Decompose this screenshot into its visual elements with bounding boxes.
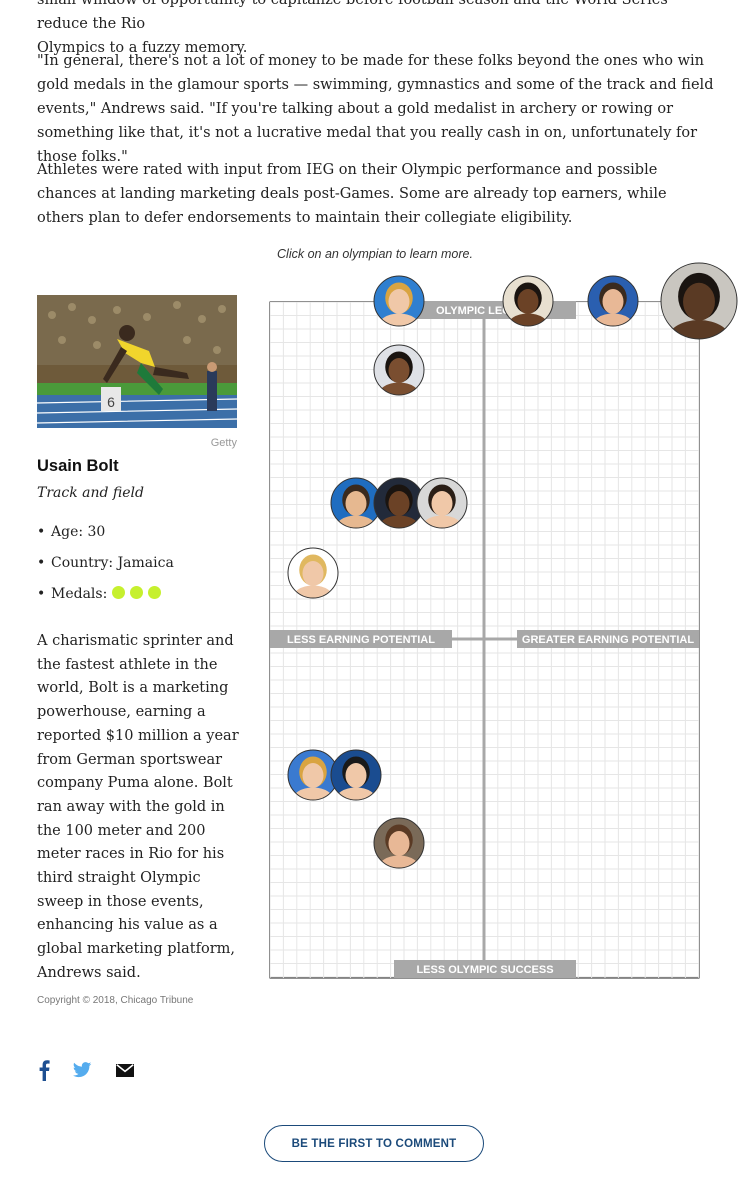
twitter-icon[interactable]: [72, 1062, 92, 1078]
axis-left-label: LESS EARNING POTENTIAL: [287, 634, 435, 646]
email-icon[interactable]: [116, 1064, 134, 1077]
olympian-quadrant-chart: OLYMPIC LEGEND LESS OLYMPIC SUCCESS LESS…: [269, 262, 738, 979]
facebook-icon[interactable]: [37, 1059, 51, 1081]
axis-right-label: GREATER EARNING POTENTIAL: [522, 634, 694, 646]
first-comment-button[interactable]: BE THE FIRST TO COMMENT: [264, 1125, 484, 1162]
axis-bottom-label: LESS OLYMPIC SUCCESS: [416, 964, 553, 976]
